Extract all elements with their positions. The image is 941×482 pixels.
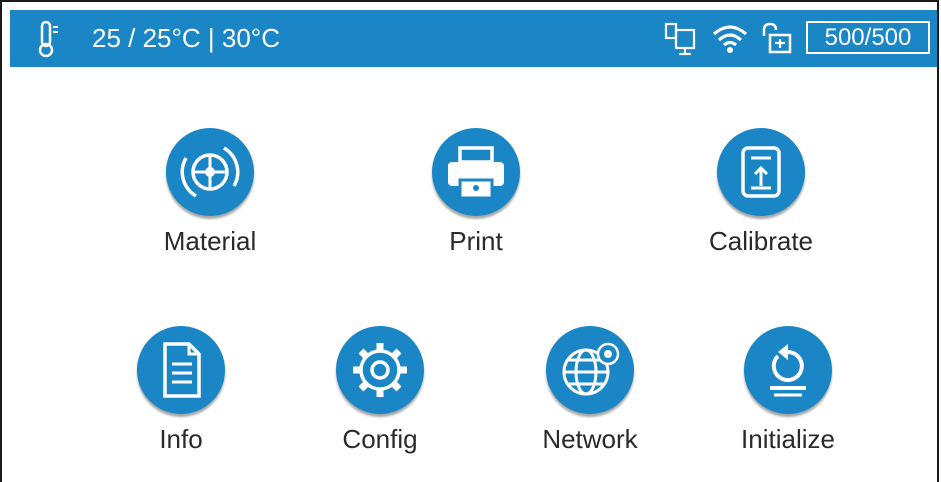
calibrate-button[interactable]: Calibrate [661,128,861,256]
config-button[interactable]: Config [280,326,480,454]
gear-icon [336,326,424,414]
network-button[interactable]: Network [490,326,690,454]
info-label: Info [159,424,203,454]
calibrate-label: Calibrate [708,226,814,256]
network-label: Network [542,424,638,454]
thermometer-icon [38,20,58,58]
print-label: Print [449,226,503,256]
material-button[interactable]: Material [110,128,310,256]
calibrate-icon [717,128,805,216]
config-label: Config [342,424,418,454]
temperature-readout: 25 / 25°C | 30°C [92,23,280,53]
globe-icon [546,326,634,414]
print-button[interactable]: Print [376,128,576,256]
info-button[interactable]: Info [81,326,281,454]
unlocked-icon [762,22,792,54]
wifi-icon [712,25,748,53]
capacity-counter: 500/500 [806,21,930,54]
usb-icon [664,22,696,56]
material-icon [166,128,254,216]
reset-icon [744,326,832,414]
material-label: Material [163,226,257,256]
initialize-label: Initialize [741,424,835,454]
status-bar: 25 / 25°C | 30°C 500/500 [10,10,937,67]
printer-icon [432,128,520,216]
document-icon [137,326,225,414]
initialize-button[interactable]: Initialize [688,326,888,454]
